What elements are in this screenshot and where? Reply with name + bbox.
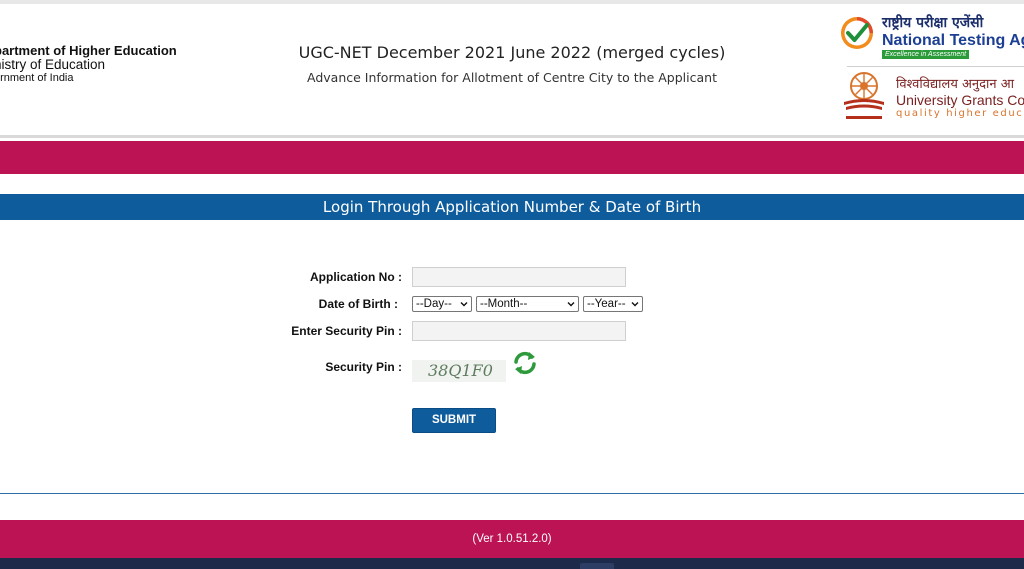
footer: (Ver 1.0.51.2.0) xyxy=(0,520,1024,558)
logo-separator xyxy=(847,66,1024,67)
security-pin-label: Security Pin : xyxy=(325,360,402,374)
dob-year-value: --Year-- xyxy=(587,298,626,310)
bottom-bar xyxy=(0,558,1024,569)
dob-month-select[interactable]: --Month-- xyxy=(476,296,579,312)
version-text: (Ver 1.0.51.2.0) xyxy=(472,533,552,545)
login-heading: Login Through Application Number & Date … xyxy=(0,194,1024,220)
nta-name-hindi: राष्ट्रीय परीक्षा एजेंसी xyxy=(882,15,984,31)
dob-year-select[interactable]: --Year-- xyxy=(583,296,643,312)
dob-label: Date of Birth : xyxy=(318,297,398,311)
dob-day-value: --Day-- xyxy=(416,298,452,310)
page: partment of Higher Education nistry of E… xyxy=(0,0,1024,569)
submit-button[interactable]: SUBMIT xyxy=(412,408,496,433)
nta-tagline: Excellence in Assessment xyxy=(882,50,970,59)
bottom-scroll-nub xyxy=(580,563,614,569)
chevron-down-icon xyxy=(567,302,575,307)
nta-check-icon xyxy=(841,17,873,49)
security-pin-input-label: Enter Security Pin : xyxy=(291,324,402,338)
application-no-label: Application No : xyxy=(310,270,402,284)
top-band xyxy=(0,141,1024,174)
refresh-icon[interactable] xyxy=(511,349,539,377)
ugc-tagline: quality higher educatio xyxy=(896,108,1024,119)
security-pin-input[interactable] xyxy=(412,321,626,341)
ugc-name-english: University Grants Cor xyxy=(896,92,1024,108)
application-no-input[interactable] xyxy=(412,267,626,287)
captcha-image: 38Q1F0 xyxy=(412,360,506,382)
dob-day-select[interactable]: --Day-- xyxy=(412,296,472,312)
ugc-emblem-icon xyxy=(844,72,884,119)
chevron-down-icon xyxy=(460,302,468,307)
ugc-name-hindi: विश्वविद्यालय अनुदान आ xyxy=(896,77,1015,92)
nta-name-english: National Testing Ag xyxy=(882,32,1024,49)
dob-month-value: --Month-- xyxy=(480,298,528,310)
chevron-down-icon xyxy=(631,302,639,307)
login-panel: Login Through Application Number & Date … xyxy=(0,194,1024,494)
header: partment of Higher Education nistry of E… xyxy=(0,4,1024,138)
